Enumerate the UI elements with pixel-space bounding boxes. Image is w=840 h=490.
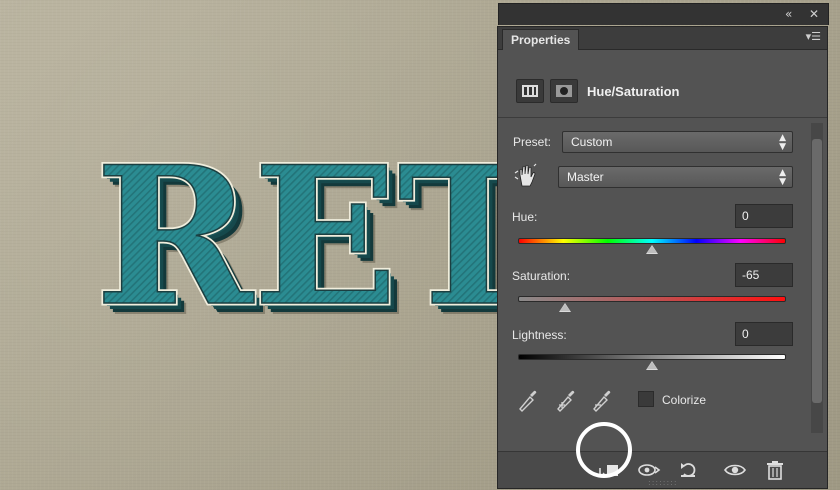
saturation-input[interactable]: -65 [735,263,793,287]
mask-icon-button[interactable] [550,79,578,103]
updown-arrows-icon: ▲ ▼ [779,168,786,187]
layer-mask-icon [556,85,572,97]
adjustment-title: Hue/Saturation [587,84,680,99]
retro-text-inner-outline: RET [95,125,500,330]
saturation-label: Saturation: [512,269,571,283]
panel-menu-icon[interactable]: ▾☰ [806,30,821,43]
preset-label: Preset: [513,135,552,149]
panel-title-strip: « ✕ [498,3,829,25]
eyedropper-icon[interactable] [516,387,538,413]
hue-label: Hue: [512,210,538,224]
hue-saturation-adjustment-icon [522,85,538,97]
reset-icon[interactable] [676,458,702,482]
panel-scrollbar[interactable] [811,123,823,433]
eyedropper-subtract-icon[interactable] [590,387,612,413]
lightness-slider-thumb[interactable] [646,361,658,370]
eye-icon[interactable] [722,458,748,482]
lightness-input[interactable]: 0 [735,322,793,346]
preset-dropdown[interactable]: Custom ▲ ▼ [562,131,793,153]
tab-properties[interactable]: Properties [502,29,580,50]
lightness-label: Lightness: [512,328,567,342]
eyedropper-add-icon[interactable] [554,387,576,413]
targeted-adjustment-hand-icon[interactable] [514,163,538,189]
adjustment-header: Hue/Saturation [498,61,827,118]
adjustment-icon-button[interactable] [516,79,544,103]
preset-value: Custom [571,135,613,149]
channel-value: Master [567,170,604,184]
hue-slider-thumb[interactable] [646,245,658,254]
hue-input[interactable]: 0 [735,204,793,228]
trash-icon[interactable] [762,458,788,482]
properties-panel: « ✕ Properties ▾☰ Hue/Saturation Preset:… [497,3,829,489]
panel-bottom-toolbar: :::::::: [498,451,827,488]
colorize-checkbox[interactable] [638,391,654,407]
saturation-slider-thumb[interactable] [558,303,571,312]
scrollbar-thumb[interactable] [812,139,822,403]
saturation-slider-track[interactable] [518,296,786,302]
colorize-label: Colorize [662,393,707,407]
updown-arrows-icon: ▲ ▼ [779,133,786,152]
clip-button-highlight-circle [576,422,632,478]
resize-grip-icon[interactable]: :::::::: [648,478,678,487]
panel-tab-bar: Properties ▾☰ [498,27,827,50]
close-icon[interactable]: ✕ [809,7,819,21]
retro-text-artwork: RET RET RET RET RET RET [93,123,501,331]
double-left-chevron-icon[interactable]: « [785,7,792,21]
hue-slider-track[interactable] [518,238,786,244]
lightness-slider-track[interactable] [518,354,786,360]
channel-dropdown[interactable]: Master ▲ ▼ [558,166,793,188]
